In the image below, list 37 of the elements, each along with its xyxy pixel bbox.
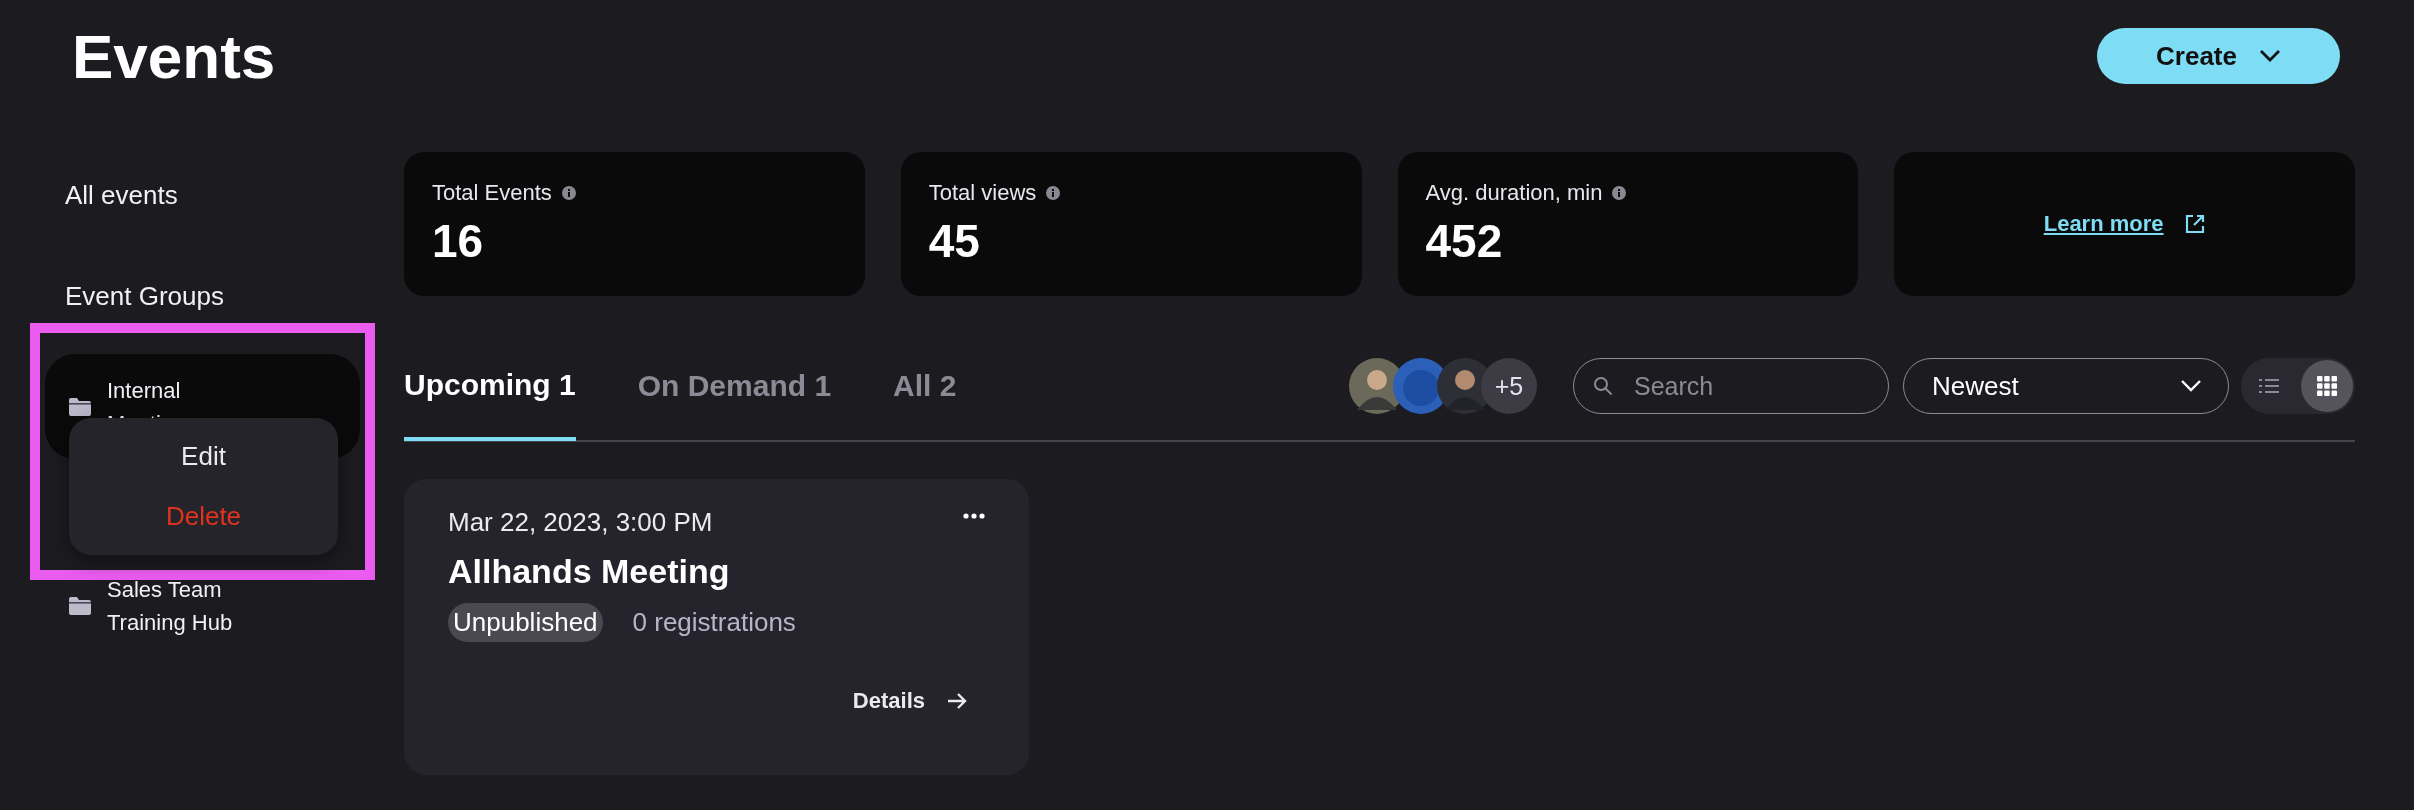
sidebar-link[interactable]: Event Groups — [65, 281, 404, 312]
stat-label: Total views — [928, 180, 1037, 206]
info-icon — [561, 186, 576, 200]
menu-item[interactable]: Edit — [161, 436, 246, 476]
page-title: Events — [72, 20, 276, 92]
tab[interactable]: Upcoming 1 — [404, 333, 576, 441]
grid-view-button[interactable] — [2301, 360, 2353, 412]
stat-label: Avg. duration, min — [1425, 180, 1603, 206]
external-link-icon — [2183, 213, 2206, 235]
chevron-down-icon — [2180, 379, 2202, 393]
stat-value: 45 — [928, 214, 981, 268]
search-icon — [1593, 376, 1613, 396]
stat-label: Total Events — [432, 180, 552, 206]
more-options-icon[interactable] — [963, 513, 985, 519]
tab[interactable]: All 2 — [893, 332, 957, 440]
list-icon — [2259, 378, 2279, 394]
stat-value: 16 — [432, 214, 485, 268]
more-attendees-count: +5 — [1481, 358, 1537, 414]
info-icon — [1046, 186, 1061, 200]
chevron-down-icon — [2258, 49, 2281, 63]
folder-icon — [69, 597, 91, 615]
event-date: Mar 22, 2023, 3:00 PM — [448, 507, 713, 538]
tab[interactable]: On Demand 1 — [637, 332, 832, 440]
sidebar-link[interactable]: All events — [65, 180, 404, 211]
details-button[interactable]: Details — [852, 688, 967, 714]
grid-icon — [2317, 376, 2337, 396]
learn-more-link[interactable]: Learn more — [2043, 211, 2164, 237]
arrow-icon — [947, 693, 967, 709]
folder-icon — [69, 397, 91, 416]
create-button[interactable]: Create — [2097, 28, 2340, 84]
status-badge: Unpublished — [448, 603, 603, 642]
group-item[interactable]: Sales Team Training Hub — [45, 571, 360, 641]
info-icon — [1612, 186, 1627, 200]
event-title: Allhands Meeting — [448, 552, 731, 591]
stat-value: 452 — [1425, 214, 1504, 268]
registration-count: 0 registrations — [632, 607, 796, 638]
search-field[interactable]: Search — [1573, 358, 1889, 414]
